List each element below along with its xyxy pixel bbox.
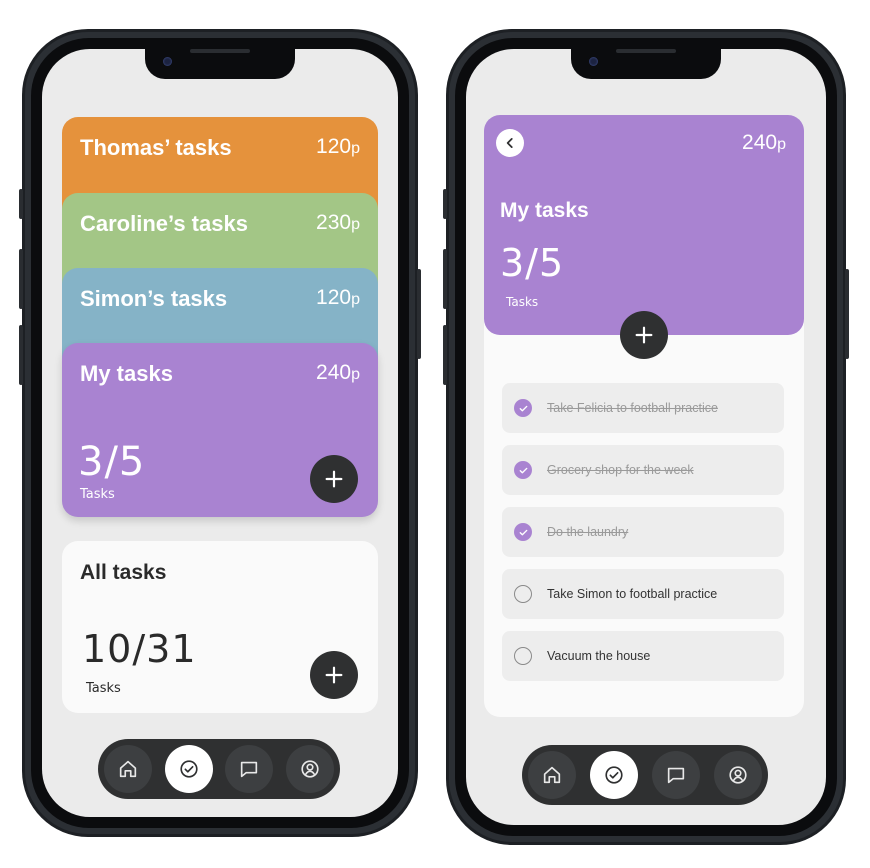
nav-home[interactable] (104, 745, 152, 793)
card-title: All tasks (80, 561, 167, 584)
card-points: 240p (316, 361, 360, 385)
checkmark-icon (519, 529, 527, 535)
points-unit: p (351, 291, 360, 308)
mute-switch (443, 189, 447, 219)
add-task-button[interactable] (310, 455, 358, 503)
points-unit: p (777, 136, 786, 153)
plus-icon (635, 326, 653, 344)
nav-messages[interactable] (652, 751, 700, 799)
power-button (417, 269, 421, 359)
card-title: Caroline’s tasks (80, 211, 248, 236)
task-item[interactable]: Take Felicia to football practice (502, 383, 784, 433)
mute-switch (19, 189, 23, 219)
nav-home[interactable] (528, 751, 576, 799)
profile-icon (729, 766, 747, 784)
task-label: Do the laundry (547, 525, 629, 539)
phone-right: 240p My tasks 3/5 Tasks Take Felicia to … (443, 29, 849, 845)
add-task-button[interactable] (620, 311, 668, 359)
card-my-tasks[interactable]: My tasks 240p 3/5 Tasks (62, 343, 378, 517)
nav-profile[interactable] (285, 745, 334, 793)
plus-icon (325, 666, 343, 684)
power-button (845, 269, 849, 359)
add-task-button[interactable] (310, 651, 358, 699)
points-unit: p (351, 140, 360, 157)
task-label: Vacuum the house (547, 649, 651, 663)
card-title: My tasks (80, 361, 173, 386)
check-circle-icon (605, 766, 623, 784)
speaker (190, 49, 250, 53)
task-item[interactable]: Take Simon to football practice (502, 569, 784, 619)
bottom-nav (522, 745, 768, 805)
checkbox-checked[interactable] (514, 461, 532, 479)
task-item[interactable]: Vacuum the house (502, 631, 784, 681)
card-title: Thomas’ tasks (80, 135, 232, 160)
back-button[interactable] (496, 129, 524, 157)
phone-left: Thomas’ tasks 120p Caroline’s tasks 230p… (19, 29, 421, 837)
check-circle-icon (180, 760, 198, 778)
points-value: 120 (316, 286, 352, 309)
nav-messages[interactable] (225, 745, 274, 793)
camera-icon (163, 57, 172, 66)
task-count: 3/5 (78, 439, 146, 485)
volume-down-button (19, 325, 23, 385)
points-value: 230 (316, 211, 352, 234)
task-count: 10/31 (82, 627, 197, 671)
left-screen: Thomas’ tasks 120p Caroline’s tasks 230p… (42, 49, 398, 817)
plus-icon (325, 470, 343, 488)
checkmark-icon (519, 405, 527, 411)
right-screen: 240p My tasks 3/5 Tasks Take Felicia to … (466, 49, 826, 825)
stage: Thomas’ tasks 120p Caroline’s tasks 230p… (0, 0, 870, 868)
points-value: 240 (316, 361, 352, 384)
speaker (616, 49, 676, 53)
volume-down-button (443, 325, 447, 385)
notch (571, 49, 721, 79)
task-count-label: Tasks (86, 681, 121, 696)
task-label: Take Simon to football practice (547, 587, 718, 601)
home-icon (543, 766, 561, 784)
chat-icon (667, 767, 685, 784)
checkmark-icon (519, 467, 527, 473)
camera-icon (589, 57, 598, 66)
points-unit: p (351, 216, 360, 233)
task-count-label: Tasks (80, 487, 115, 502)
checkbox-unchecked[interactable] (514, 585, 532, 603)
task-count: 3/5 (500, 241, 565, 285)
my-tasks-header: 240p My tasks 3/5 Tasks (484, 115, 804, 335)
task-item[interactable]: Grocery shop for the week (502, 445, 784, 495)
card-points: 120p (316, 286, 360, 310)
task-item[interactable]: Do the laundry (502, 507, 784, 557)
card-all-tasks[interactable]: All tasks 10/31 Tasks (62, 541, 378, 713)
points-value: 240 (742, 131, 778, 154)
task-count-label: Tasks (506, 295, 539, 309)
checkbox-unchecked[interactable] (514, 647, 532, 665)
volume-up-button (443, 249, 447, 309)
points-unit: p (351, 366, 360, 383)
header-title: My tasks (500, 199, 589, 222)
card-points: 230p (316, 211, 360, 235)
chevron-left-icon (506, 138, 513, 148)
bottom-nav (98, 739, 340, 799)
task-label: Take Felicia to football practice (547, 401, 718, 415)
card-points: 120p (316, 135, 360, 159)
card-title: Simon’s tasks (80, 286, 228, 311)
chat-icon (241, 761, 258, 778)
task-label: Grocery shop for the week (547, 463, 694, 477)
home-icon (119, 760, 137, 778)
checkbox-checked[interactable] (514, 523, 532, 541)
notch (145, 49, 295, 79)
profile-icon (301, 760, 319, 778)
points-value: 120 (316, 135, 352, 158)
checkbox-checked[interactable] (514, 399, 532, 417)
task-list: Take Felicia to football practice Grocer… (502, 383, 784, 693)
nav-tasks[interactable] (590, 751, 638, 799)
volume-up-button (19, 249, 23, 309)
nav-tasks[interactable] (164, 745, 213, 793)
nav-profile[interactable] (714, 751, 762, 799)
header-points: 240p (742, 131, 786, 155)
